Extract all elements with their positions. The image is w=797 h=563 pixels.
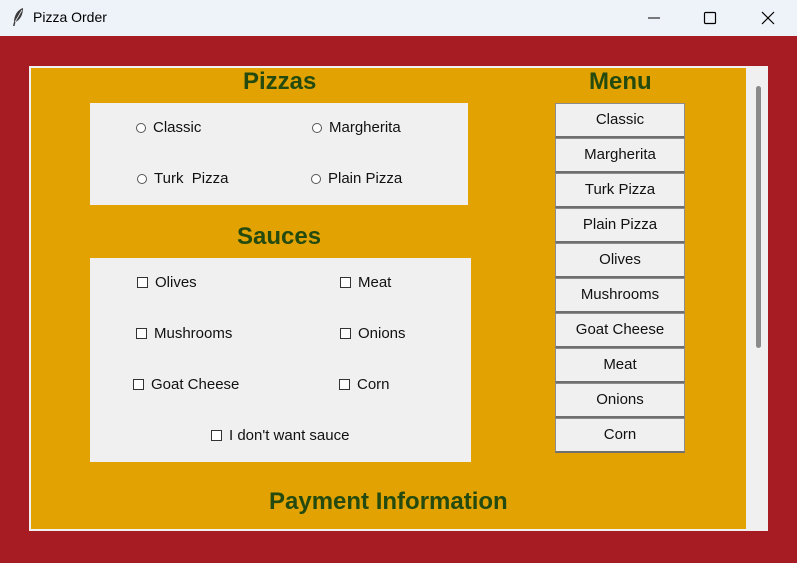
option-label: Corn <box>357 376 390 393</box>
vertical-scrollbar[interactable] <box>748 66 768 531</box>
menu-button-classic[interactable]: Classic <box>555 103 685 138</box>
scrollbar-thumb[interactable] <box>756 86 761 348</box>
title-bar: Pizza Order <box>0 0 797 36</box>
sauces-panel: Olives Meat Mushrooms Onions Goat Cheese… <box>90 258 471 462</box>
sauce-option-goat-cheese[interactable]: Goat Cheese <box>133 376 239 393</box>
menu-heading: Menu <box>589 68 652 95</box>
checkbox[interactable] <box>137 277 148 288</box>
order-canvas: Pizzas Classic Margherita Turk Pizza Pla… <box>29 66 748 531</box>
sauce-option-onions[interactable]: Onions <box>340 325 406 342</box>
pizza-option-margherita[interactable]: Margherita <box>312 119 401 136</box>
option-label: Goat Cheese <box>151 376 240 393</box>
radio-button[interactable] <box>312 122 322 133</box>
pizza-option-turk[interactable]: Turk Pizza <box>137 170 228 187</box>
radio-button[interactable] <box>137 173 147 184</box>
feather-icon <box>13 8 23 26</box>
pizza-option-classic[interactable]: Classic <box>136 119 201 136</box>
checkbox[interactable] <box>133 379 144 390</box>
pizzas-panel: Classic Margherita Turk Pizza Plain Pizz… <box>90 103 468 205</box>
checkbox[interactable] <box>339 379 350 390</box>
maximize-icon <box>703 11 717 25</box>
menu-button-margherita[interactable]: Margherita <box>555 138 685 173</box>
window-title: Pizza Order <box>33 9 107 25</box>
pizzas-heading: Pizzas <box>243 68 317 95</box>
menu-button-mushrooms[interactable]: Mushrooms <box>555 278 685 313</box>
option-label: Onions <box>358 325 406 342</box>
menu-button-onions[interactable]: Onions <box>555 383 685 418</box>
menu-button-corn[interactable]: Corn <box>555 418 685 453</box>
pizza-option-plain[interactable]: Plain Pizza <box>311 170 402 187</box>
option-label: Classic <box>153 119 202 136</box>
checkbox[interactable] <box>340 277 351 288</box>
option-label: Meat <box>358 274 392 291</box>
minimize-icon <box>648 17 660 19</box>
sauce-option-no-sauce[interactable]: I don't want sauce <box>211 427 349 444</box>
maximize-button[interactable] <box>687 0 733 36</box>
menu-button-olives[interactable]: Olives <box>555 243 685 278</box>
menu-list: Classic Margherita Turk Pizza Plain Pizz… <box>555 103 685 453</box>
checkbox[interactable] <box>211 430 222 441</box>
sauce-option-mushrooms[interactable]: Mushrooms <box>136 325 232 342</box>
minimize-button[interactable] <box>631 0 677 36</box>
sauces-heading: Sauces <box>237 223 322 250</box>
option-label: Mushrooms <box>154 325 233 342</box>
menu-button-plain-pizza[interactable]: Plain Pizza <box>555 208 685 243</box>
close-button[interactable] <box>745 0 791 36</box>
option-label: Olives <box>155 274 197 291</box>
radio-button[interactable] <box>136 122 146 133</box>
sauce-option-meat[interactable]: Meat <box>340 274 391 291</box>
checkbox[interactable] <box>136 328 147 339</box>
menu-button-meat[interactable]: Meat <box>555 348 685 383</box>
close-icon <box>761 11 775 25</box>
radio-button[interactable] <box>311 173 321 184</box>
menu-button-turk-pizza[interactable]: Turk Pizza <box>555 173 685 208</box>
sauce-option-corn[interactable]: Corn <box>339 376 390 393</box>
option-label: Turk Pizza <box>154 170 229 187</box>
option-label: Plain Pizza <box>328 170 403 187</box>
sauce-option-olives[interactable]: Olives <box>137 274 197 291</box>
option-label: I don't want sauce <box>229 427 350 444</box>
menu-button-goat-cheese[interactable]: Goat Cheese <box>555 313 685 348</box>
checkbox[interactable] <box>340 328 351 339</box>
option-label: Margherita <box>329 119 401 136</box>
payment-heading: Payment Information <box>269 488 508 515</box>
